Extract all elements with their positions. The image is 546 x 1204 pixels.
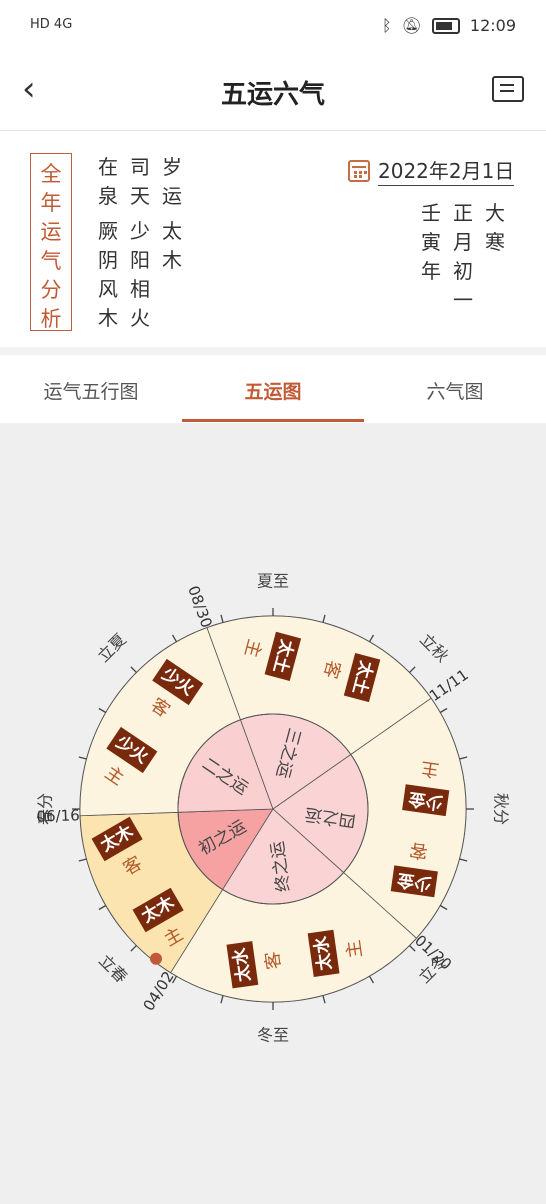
analysis-char: 析	[40, 307, 62, 331]
year-char: 壬	[421, 201, 441, 225]
wheel-tick	[368, 634, 375, 643]
zaiquan-column: 在泉厥阴风木	[97, 153, 119, 333]
wuyun-wheel-area: 夏至 立秋 秋分 立冬 冬至 立春 春分 立夏 06/16 08/30 11/11 01/20 04/0…	[0, 423, 546, 1200]
status-bar: HD 4G ᛒ 🔕︎ 12:09	[0, 0, 546, 56]
wheel-tick	[368, 975, 375, 984]
status-time: 12:09	[469, 16, 516, 35]
wheel-tick	[322, 614, 326, 623]
nav-bar: ‹ 五运六气	[0, 56, 546, 131]
suiyun-char: 岁	[162, 155, 182, 179]
zaiquan-char: 风	[98, 277, 118, 301]
ganzhi-year-column: 壬寅年	[420, 199, 442, 286]
boundary-date-label: 04/02	[140, 968, 178, 1014]
boundary-date-label: 11/11	[426, 666, 472, 706]
yun-role-label: 主	[343, 939, 366, 960]
wheel-tick	[98, 904, 107, 911]
lunar-char: 月	[453, 230, 473, 254]
sitian-char: 火	[130, 306, 150, 330]
solar-term-column: 大寒	[484, 199, 506, 257]
wheel-tick	[439, 707, 448, 714]
sitian-char: 天	[130, 184, 150, 208]
lunar-char: 初	[453, 259, 473, 283]
sitian-char: 阳	[130, 248, 150, 272]
boundary-date-label: 06/16	[36, 806, 80, 825]
annual-analysis-button[interactable]: 全年运气分析	[30, 153, 72, 331]
message-icon[interactable]	[492, 76, 524, 102]
date-text: 2022年2月1日	[378, 155, 515, 186]
suiyun-column: 岁运太木	[161, 153, 183, 275]
tab-wuyun[interactable]: 五运图	[182, 377, 364, 404]
yunqi-info-panel: 全年运气分析 在泉厥阴风木 司天少阳相火 岁运太木 2022年2月1日 壬寅年 …	[0, 131, 546, 347]
zaiquan-char: 厥	[98, 219, 118, 243]
zaiquan-char: 在	[98, 155, 118, 179]
sitian-char: 少	[130, 219, 150, 243]
calendar-icon	[348, 159, 370, 182]
divider	[0, 347, 546, 355]
wheel-tick	[130, 945, 137, 952]
solar-term-label: 立春	[95, 951, 131, 987]
wheel-tick	[130, 666, 137, 673]
solar-term-label: 冬至	[257, 1026, 289, 1045]
zaiquan-char: 泉	[98, 184, 118, 208]
lunar-char: 正	[453, 201, 473, 225]
wheel-tick	[78, 858, 87, 862]
boundary-date-label: 08/30	[184, 583, 216, 630]
wheel-tick	[98, 707, 107, 714]
analysis-char: 运	[40, 220, 62, 244]
tab-yunqi-wuxing[interactable]: 运气五行图	[0, 377, 182, 404]
wheel-tick	[322, 995, 326, 1004]
suiyun-char: 太	[162, 219, 182, 243]
analysis-char: 分	[40, 278, 62, 302]
date-picker[interactable]: 2022年2月1日	[348, 155, 515, 186]
bluetooth-icon: ᛒ	[381, 16, 392, 35]
tab-bar: 运气五行图 五运图 六气图	[0, 355, 546, 423]
lunar-date-column: 正月初一	[452, 199, 474, 315]
analysis-char: 气	[40, 249, 62, 273]
zaiquan-char: 木	[98, 306, 118, 330]
battery-icon	[431, 17, 460, 34]
lunar-char: 一	[453, 288, 473, 312]
analysis-char: 全	[40, 162, 62, 186]
dahan-char: 寒	[485, 230, 505, 254]
solar-term-label: 秋分	[492, 793, 511, 825]
tab-liuqi[interactable]: 六气图	[364, 377, 546, 404]
wheel-tick	[459, 756, 468, 760]
solar-term-label: 立夏	[94, 630, 130, 666]
solar-term-label: 夏至	[257, 572, 289, 591]
wheel-tick	[409, 666, 416, 673]
wheel-tick	[439, 904, 448, 911]
suiyun-char: 木	[162, 248, 182, 272]
solar-term-label: 立秋	[416, 630, 452, 666]
yun-role-label: 主	[420, 757, 441, 780]
yun-role-label: 客	[408, 839, 429, 862]
yun-role-label: 客	[262, 950, 285, 971]
sitian-char: 相	[130, 277, 150, 301]
suiyun-char: 运	[162, 184, 182, 208]
sitian-char: 司	[130, 155, 150, 179]
current-date-marker	[150, 952, 163, 965]
wuyun-wheel: 夏至立秋秋分立冬冬至立春春分立夏06/1608/3011/1101/2004/0…	[36, 572, 511, 1045]
wheel-tick	[78, 756, 87, 760]
page-title: 五运六气	[220, 80, 325, 110]
status-icons: HD 4G	[30, 17, 73, 32]
analysis-char: 年	[40, 191, 62, 215]
wheel-tick	[220, 995, 224, 1004]
year-char: 寅	[421, 230, 441, 254]
sitian-column: 司天少阳相火	[129, 153, 151, 333]
mute-icon: 🔕︎	[401, 16, 422, 35]
wheel-tick	[171, 634, 178, 643]
dahan-char: 大	[485, 201, 505, 225]
zaiquan-char: 阴	[98, 248, 118, 272]
wheel-tick	[220, 614, 224, 623]
year-char: 年	[421, 259, 441, 283]
status-right: ᛒ 🔕︎ 12:09	[382, 16, 516, 35]
active-tab-indicator	[182, 419, 364, 422]
wheel-tick	[459, 858, 468, 862]
